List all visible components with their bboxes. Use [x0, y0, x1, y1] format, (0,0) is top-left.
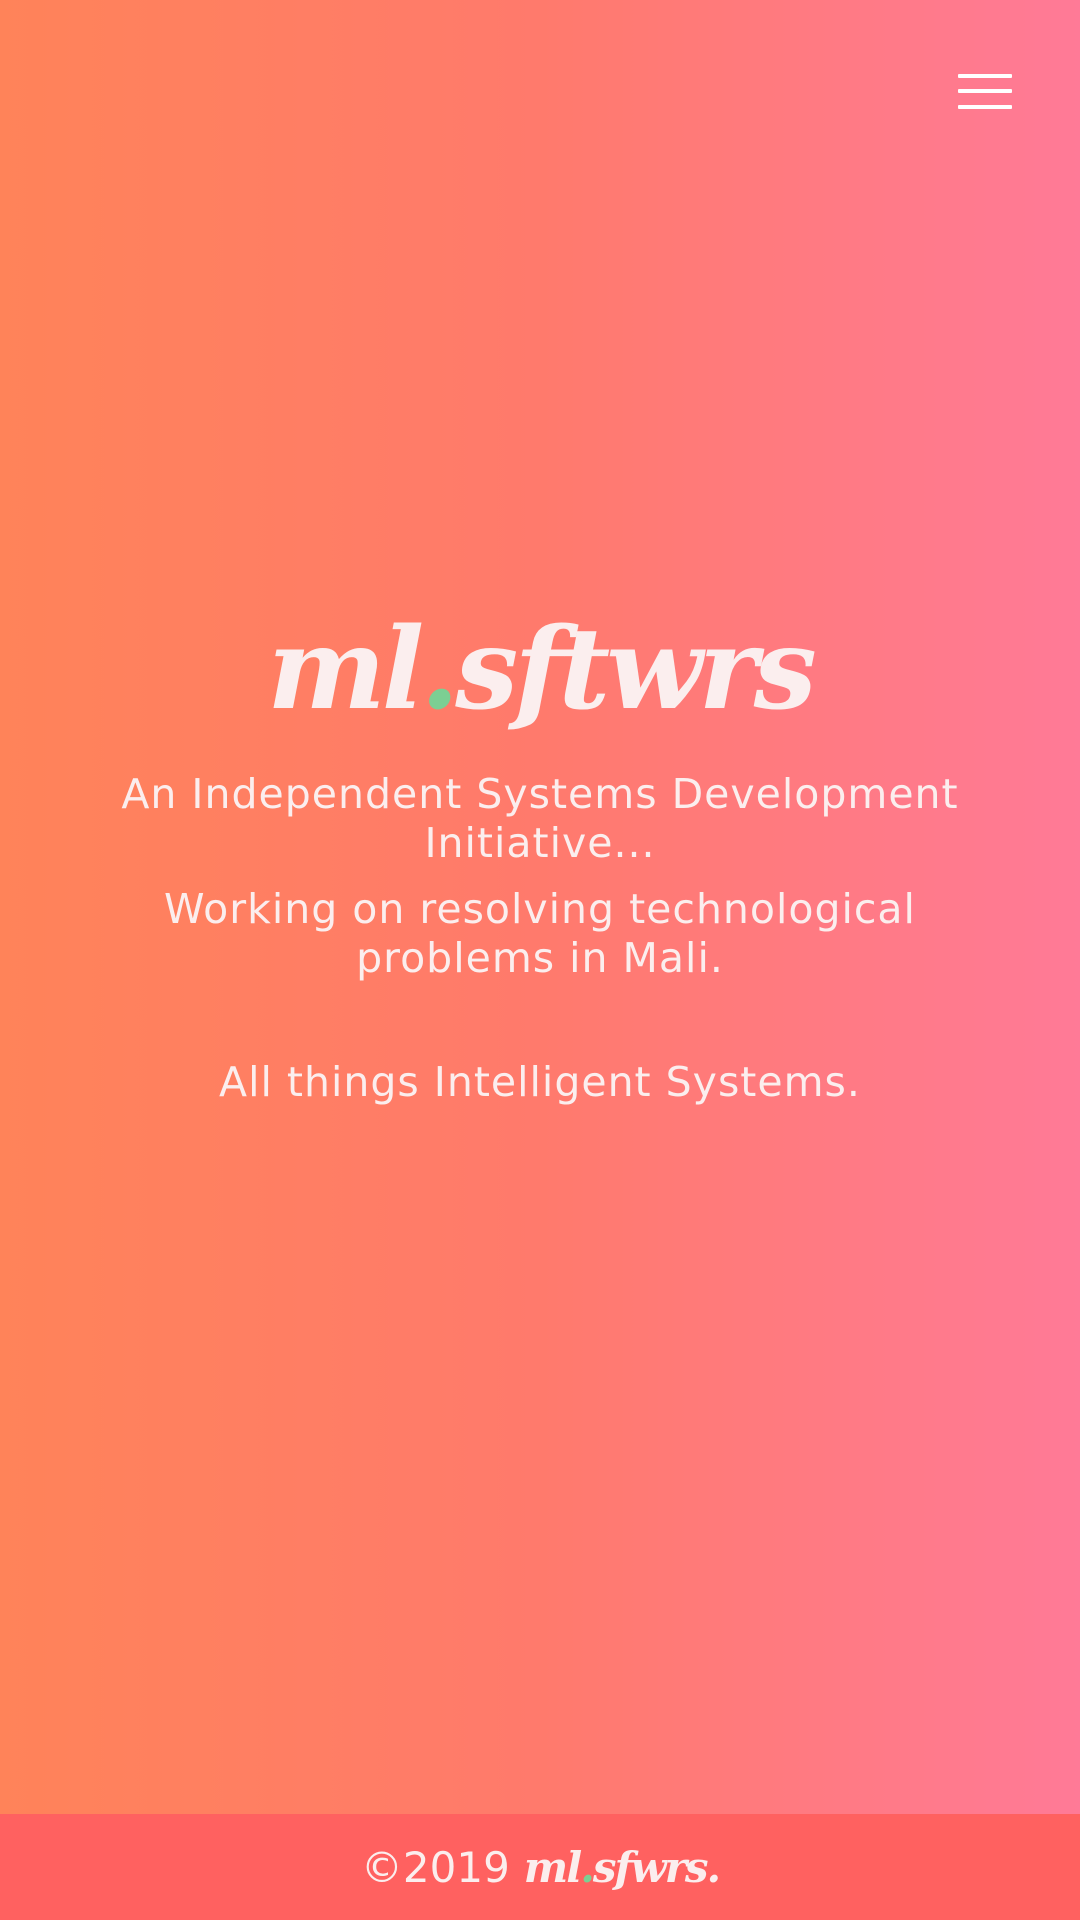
logo-dot: . — [420, 604, 459, 735]
tagline-intelligent-systems: All things Intelligent Systems. — [219, 1058, 861, 1106]
hamburger-menu-icon-bar — [958, 105, 1012, 109]
footer-brand: ml.sfwrs. — [523, 1842, 721, 1892]
footer-brand-sfwrs: sfwrs. — [592, 1842, 721, 1892]
hero-section: ml.sftwrs An Independent Systems Develop… — [0, 600, 1080, 1107]
logo-text-ml: ml — [267, 604, 424, 735]
hamburger-menu-icon — [958, 74, 1012, 78]
footer-brand-dot: . — [580, 1842, 595, 1892]
logo-text-sftwrs: sftwrs — [455, 604, 816, 735]
hamburger-menu-icon-bar — [958, 89, 1012, 93]
menu-button[interactable] — [958, 72, 1014, 112]
site-logo: ml.sftwrs — [0, 600, 1080, 740]
footer: ©2019 ml.sfwrs. — [0, 1814, 1080, 1920]
tagline-mission: Working on resolving technological probl… — [164, 885, 916, 982]
footer-brand-ml: ml — [523, 1842, 582, 1892]
tagline-initiative: An Independent Systems Development Initi… — [121, 770, 959, 867]
copyright-text: ©2019 — [360, 1842, 510, 1892]
